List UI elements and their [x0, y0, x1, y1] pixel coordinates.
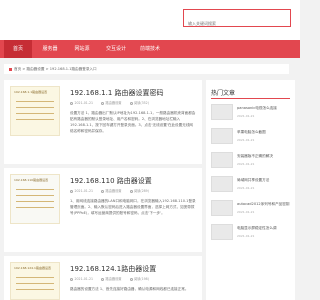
article-meta: 2021-01-21 路由器设置 阅读(198)	[70, 276, 200, 282]
nav-website-source[interactable]: 网站源	[68, 40, 96, 58]
hot-article-thumbnail[interactable]	[211, 224, 233, 240]
hot-article-item[interactable]: 电脑显示屏稳定性怎么调 2021-01-21	[211, 224, 291, 242]
article-category[interactable]: 路由器设置	[101, 189, 121, 193]
hot-article-date: 2021-01-21	[237, 138, 255, 142]
main-nav: 首页 服务器 网站源 交互设计 前端技术	[0, 40, 300, 58]
article-date: 2021-01-21	[70, 277, 93, 281]
thumbnail-line	[16, 189, 54, 190]
folder-icon	[101, 277, 105, 281]
thumbnail-line	[16, 101, 54, 102]
hot-article-date: 2021-01-21	[237, 186, 255, 190]
eye-icon	[129, 189, 133, 193]
article-category[interactable]: 路由器设置	[101, 101, 121, 105]
hot-article-thumbnail[interactable]	[211, 128, 233, 144]
thumbnail-line	[16, 277, 54, 278]
breadcrumb: 首页 > 路由器设置 > 192.168.1.1路由器登录入口	[4, 64, 289, 74]
article-views: 阅读(352)	[129, 101, 149, 105]
sidebar-title: 热门文章	[211, 90, 236, 97]
clock-icon	[70, 277, 73, 281]
article-views: 阅读(198)	[129, 277, 149, 281]
hot-article-title[interactable]: autocad2012序列号和产品密钥	[237, 202, 291, 207]
header	[0, 0, 300, 40]
thumbnail-line	[16, 107, 54, 108]
sidebar-hot-articles: 热门文章 panasonic电视怎么连接 2021-01-21 苹果电脑怎么截图…	[206, 80, 295, 300]
hot-article-title[interactable]: 苹果电脑怎么截图	[237, 130, 291, 135]
thumbnail-line	[16, 195, 54, 196]
nav-frontend[interactable]: 前端技术	[134, 40, 166, 58]
hot-article-date: 2021-01-21	[237, 210, 255, 214]
article-card[interactable]: 192.168.124.1路由器设置 192.168.124.1路由器设置 20…	[4, 256, 202, 300]
article-views: 阅读(289)	[129, 189, 149, 193]
hot-article-thumbnail[interactable]	[211, 152, 233, 168]
hot-article-title[interactable]: 局域网共享设置方法	[237, 178, 291, 183]
thumbnail-line	[16, 201, 54, 202]
hot-article-date: 2021-01-21	[237, 114, 255, 118]
thumbnail-caption: 192.168.1.1路由器设置	[14, 90, 48, 94]
eye-icon	[129, 277, 133, 281]
article-date: 2021-01-21	[70, 101, 93, 105]
article-excerpt: 路由器的设置方法 1、首先连接好路由器，确认电源和网线都已连接正常。	[70, 287, 189, 291]
nav-interaction-design[interactable]: 交互设计	[100, 40, 132, 58]
clock-icon	[70, 101, 73, 105]
folder-icon	[101, 189, 105, 193]
article-excerpt: 1、用网线连接路由器的LAN口和电脑网口，在浏览器输入192.168.110.1…	[70, 199, 196, 215]
article-thumbnail[interactable]: 192.168.1.1路由器设置	[10, 86, 60, 136]
article-category[interactable]: 路由器设置	[101, 277, 121, 281]
eye-icon	[129, 101, 133, 105]
sidebar-divider	[211, 98, 290, 99]
hot-article-title[interactable]: 电脑显示屏稳定性怎么调	[237, 226, 291, 231]
article-thumbnail[interactable]: 192.168.124.1路由器设置	[10, 262, 60, 300]
thumbnail-caption: 192.168.110路由器设置	[14, 178, 49, 182]
article-thumbnail[interactable]: 192.168.110路由器设置	[10, 174, 60, 224]
article-date: 2021-01-21	[70, 189, 93, 193]
thumbnail-line	[16, 289, 54, 290]
article-meta: 2021-01-21 路由器设置 阅读(289)	[70, 188, 200, 194]
article-title[interactable]: 192.168.110 路由器设置	[70, 176, 200, 186]
article-title[interactable]: 192.168.124.1路由器设置	[70, 264, 200, 274]
article-excerpt: 设置方法 1、路由器出厂默认IP地址为192.168.1.1，一般路由器机壳背面…	[70, 111, 196, 133]
article-meta: 2021-01-21 路由器设置 阅读(352)	[70, 100, 200, 106]
hot-article-date: 2021-01-21	[237, 234, 255, 238]
hot-article-thumbnail[interactable]	[211, 200, 233, 216]
hot-article-item[interactable]: 局域网共享设置方法 2021-01-21	[211, 176, 291, 194]
hot-article-title[interactable]: panasonic电视怎么连接	[237, 106, 291, 111]
hot-article-item[interactable]: autocad2012序列号和产品密钥 2021-01-21	[211, 200, 291, 218]
folder-icon	[101, 101, 105, 105]
thumbnail-line	[16, 207, 54, 208]
clock-icon	[70, 189, 73, 193]
search-box[interactable]	[183, 9, 291, 32]
hot-article-item[interactable]: panasonic电视怎么连接 2021-01-21	[211, 104, 291, 122]
article-card[interactable]: 192.168.1.1路由器设置 192.168.1.1 路由器设置密码 202…	[4, 80, 202, 164]
search-input[interactable]	[184, 15, 290, 32]
article-title[interactable]: 192.168.1.1 路由器设置密码	[70, 88, 200, 98]
hot-article-thumbnail[interactable]	[211, 104, 233, 120]
thumbnail-line	[16, 119, 54, 120]
article-card[interactable]: 192.168.110路由器设置 192.168.110 路由器设置 2021-…	[4, 168, 202, 252]
hot-article-thumbnail[interactable]	[211, 176, 233, 192]
thumbnail-line	[16, 283, 54, 284]
nav-home[interactable]: 首页	[4, 40, 32, 58]
hot-article-item[interactable]: 苹果电脑怎么截图 2021-01-21	[211, 128, 291, 146]
nav-server[interactable]: 服务器	[36, 40, 64, 58]
thumbnail-line	[16, 113, 54, 114]
hot-article-date: 2021-01-21	[237, 162, 255, 166]
page: 首页 服务器 网站源 交互设计 前端技术 首页 > 路由器设置 > 192.16…	[0, 0, 300, 300]
hot-article-item[interactable]: 安装器版不正确的解决 2021-01-21	[211, 152, 291, 170]
breadcrumb-text[interactable]: 首页 > 路由器设置 > 192.168.1.1路由器登录入口	[14, 67, 97, 71]
home-icon	[9, 67, 12, 71]
hot-article-title[interactable]: 安装器版不正确的解决	[237, 154, 291, 159]
thumbnail-caption: 192.168.124.1路由器设置	[14, 266, 51, 270]
